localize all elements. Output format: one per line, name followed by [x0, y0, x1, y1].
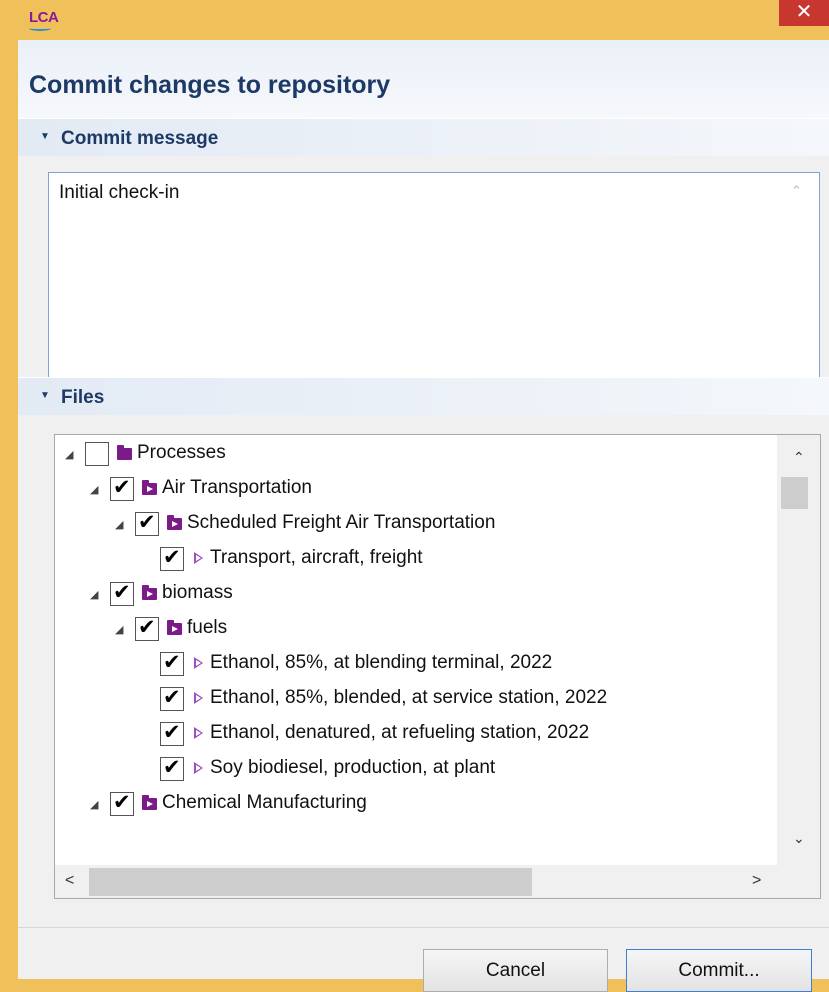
- tree-checkbox[interactable]: [160, 755, 184, 781]
- commit-message-text[interactable]: Initial check-in: [59, 182, 179, 204]
- app-logo: LCA: [29, 9, 59, 33]
- tree-row[interactable]: Soy biodiesel, production, at plant: [55, 754, 775, 786]
- tree-row[interactable]: ◢ Processes: [55, 439, 775, 471]
- tree-row[interactable]: Ethanol, 85%, blended, at service statio…: [55, 684, 775, 716]
- tree-node-label[interactable]: Transport, aircraft, freight: [210, 547, 423, 569]
- tree-row[interactable]: ◢ Scheduled Freight Air Transportation: [55, 509, 775, 541]
- scroll-thumb[interactable]: [89, 868, 532, 896]
- close-icon: ✕: [795, 1, 813, 23]
- tree-checkbox[interactable]: [135, 510, 159, 536]
- tree-node-label[interactable]: fuels: [187, 617, 227, 639]
- files-section-label: Files: [61, 387, 105, 408]
- tree-checkbox[interactable]: [110, 580, 134, 606]
- expand-toggle-icon[interactable]: ◢: [90, 483, 98, 496]
- cancel-button[interactable]: Cancel: [423, 949, 608, 992]
- files-section-header[interactable]: ▼ Files: [18, 377, 829, 415]
- tree-node-label[interactable]: biomass: [162, 582, 233, 604]
- tree-node-label[interactable]: Ethanol, 85%, blended, at service statio…: [210, 687, 607, 709]
- tree-checkbox[interactable]: [160, 720, 184, 746]
- scroll-up-icon[interactable]: ⌃: [793, 449, 805, 466]
- tree-node-label[interactable]: Chemical Manufacturing: [162, 792, 367, 814]
- collapse-icon[interactable]: ▼: [40, 131, 50, 142]
- files-tree[interactable]: ◢ Processes ◢ Air Transportation ◢ Scheduled …: [54, 434, 821, 899]
- process-folder-icon: [142, 480, 157, 495]
- title-bar[interactable]: LCA ✕: [0, 0, 829, 40]
- process-icon: [194, 692, 203, 704]
- tree-node-label[interactable]: Processes: [137, 442, 226, 464]
- process-icon: [194, 762, 203, 774]
- tree-checkbox[interactable]: [110, 790, 134, 816]
- scroll-thumb[interactable]: [781, 477, 808, 509]
- process-icon: [194, 552, 203, 564]
- tree-row[interactable]: Ethanol, denatured, at refueling station…: [55, 719, 775, 751]
- dialog-header: Commit changes to repository: [18, 40, 829, 118]
- tree-checkbox[interactable]: [85, 442, 109, 466]
- horizontal-scrollbar[interactable]: < >: [55, 865, 777, 898]
- scrollbar-corner: [777, 865, 820, 898]
- folder-icon: [117, 445, 132, 460]
- tree-node-label[interactable]: Ethanol, denatured, at refueling station…: [210, 722, 589, 744]
- tree-row[interactable]: Transport, aircraft, freight: [55, 544, 775, 576]
- scroll-down-icon[interactable]: ⌄: [793, 830, 805, 847]
- expand-toggle-icon[interactable]: ◢: [115, 623, 123, 636]
- expand-toggle-icon[interactable]: ◢: [90, 798, 98, 811]
- commit-message-input[interactable]: Initial check-in ⌃ ⌄: [48, 172, 820, 403]
- tree-node-label[interactable]: Scheduled Freight Air Transportation: [187, 512, 495, 534]
- commit-message-section-header[interactable]: ▼ Commit message: [18, 118, 829, 156]
- process-folder-icon: [142, 795, 157, 810]
- tree-checkbox[interactable]: [160, 545, 184, 571]
- close-button[interactable]: ✕: [779, 0, 829, 26]
- tree-checkbox[interactable]: [160, 650, 184, 676]
- commit-button[interactable]: Commit...: [626, 949, 812, 992]
- expand-toggle-icon[interactable]: ◢: [115, 518, 123, 531]
- expand-toggle-icon[interactable]: ◢: [90, 588, 98, 601]
- tree-row[interactable]: Ethanol, 85%, at blending terminal, 2022: [55, 649, 775, 681]
- tree-row[interactable]: ◢ Air Transportation: [55, 474, 775, 506]
- process-icon: [194, 657, 203, 669]
- tree-node-label[interactable]: Soy biodiesel, production, at plant: [210, 757, 495, 779]
- tree-row[interactable]: ◢ Chemical Manufacturing: [55, 789, 775, 821]
- dialog-body: Commit changes to repository ▼ Commit me…: [18, 40, 829, 992]
- process-folder-icon: [167, 515, 182, 530]
- commit-message-section-label: Commit message: [61, 128, 219, 149]
- page-title: Commit changes to repository: [29, 71, 391, 99]
- tree-checkbox[interactable]: [135, 615, 159, 641]
- scroll-up-icon[interactable]: ⌃: [791, 183, 802, 199]
- process-folder-icon: [142, 585, 157, 600]
- tree-checkbox[interactable]: [160, 685, 184, 711]
- tree-row[interactable]: ◢ biomass: [55, 579, 775, 611]
- tree-node-label[interactable]: Ethanol, 85%, at blending terminal, 2022: [210, 652, 552, 674]
- divider: [18, 927, 829, 928]
- vertical-scrollbar[interactable]: ⌃ ⌄: [777, 435, 820, 865]
- expand-toggle-icon[interactable]: ◢: [65, 448, 73, 461]
- app-logo-text: LCA: [29, 9, 59, 26]
- scroll-right-icon[interactable]: >: [752, 872, 761, 890]
- scroll-left-icon[interactable]: <: [65, 872, 74, 890]
- process-folder-icon: [167, 620, 182, 635]
- collapse-icon[interactable]: ▼: [40, 390, 50, 401]
- process-icon: [194, 727, 203, 739]
- commit-dialog-window: LCA ✕ Commit changes to repository ▼ Com…: [0, 0, 829, 992]
- tree-row[interactable]: ◢ fuels: [55, 614, 775, 646]
- tree-checkbox[interactable]: [110, 475, 134, 501]
- tree-node-label[interactable]: Air Transportation: [162, 477, 312, 499]
